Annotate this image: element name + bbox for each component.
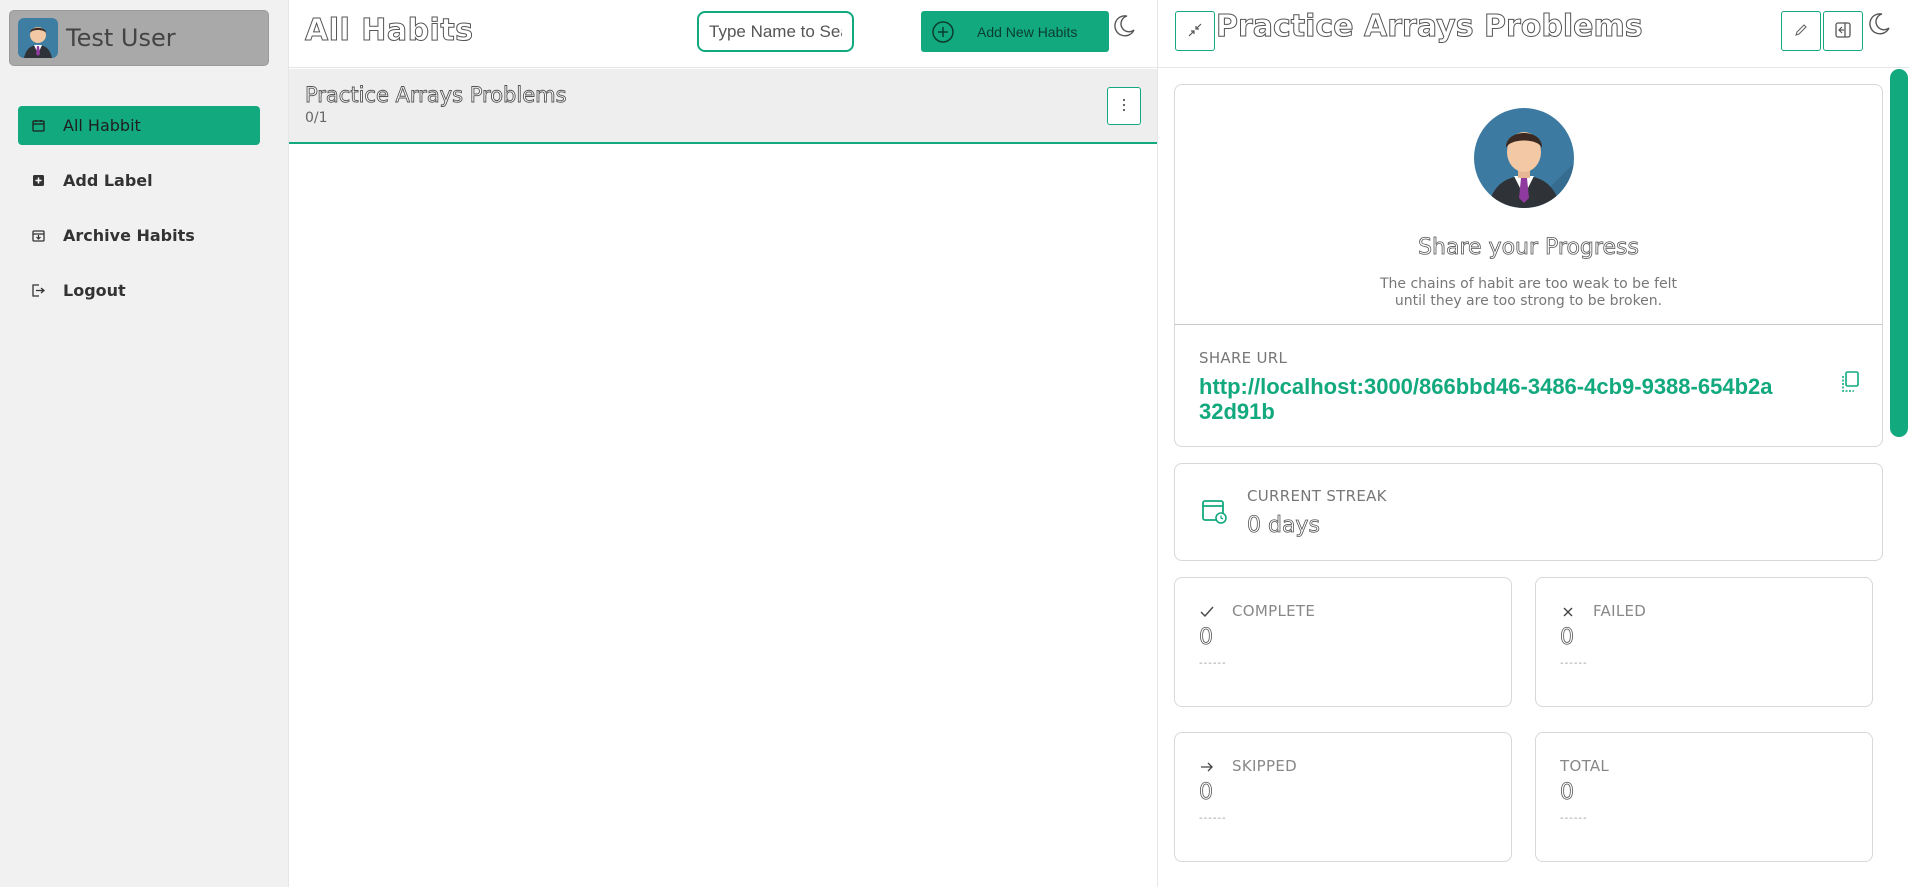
stat-value: 0 <box>1560 780 1575 806</box>
calendar-clock-icon <box>1201 498 1229 526</box>
habit-list-panel: All Habits Add New Habits Practice Array… <box>289 0 1157 887</box>
logout-icon <box>30 283 46 299</box>
stat-placeholder: ------ <box>1560 658 1588 669</box>
stat-value: 0 <box>1199 780 1214 806</box>
avatar <box>18 18 58 58</box>
share-progress-section: Share your Progress The chains of habit … <box>1175 85 1882 325</box>
current-streak-card: CURRENT STREAK 0 days <box>1174 463 1883 561</box>
habit-list-item[interactable]: Practice Arrays Problems 0/1 <box>289 69 1157 144</box>
avatar <box>1474 108 1574 208</box>
stat-value: 0 <box>1199 625 1214 651</box>
check-icon <box>1199 604 1215 620</box>
stat-label: TOTAL <box>1560 757 1610 775</box>
add-new-habit-label: Add New Habits <box>977 23 1078 40</box>
habit-detail-header: Practice Arrays Problems <box>1158 0 1909 68</box>
habit-menu-button[interactable] <box>1107 87 1141 125</box>
sidebar-item-label: Logout <box>63 281 126 300</box>
calendar-icon <box>30 118 46 134</box>
user-profile-card[interactable]: Test User <box>9 10 269 66</box>
habit-progress: 0/1 <box>305 110 328 126</box>
stat-label: SKIPPED <box>1232 757 1298 775</box>
collapse-button[interactable] <box>1175 11 1215 51</box>
arrow-right-icon <box>1199 759 1215 775</box>
sidebar-item-logout[interactable]: Logout <box>18 271 260 310</box>
stat-placeholder: ------ <box>1199 658 1227 669</box>
scrollbar-thumb[interactable] <box>1890 69 1908 437</box>
add-new-habit-button[interactable]: Add New Habits <box>921 11 1109 52</box>
user-name: Test User <box>66 24 176 52</box>
stat-card-complete: COMPLETE 0 ------ <box>1174 577 1512 707</box>
share-url-link[interactable]: http://localhost:3000/866bbd46-3486-4cb9… <box>1199 374 1779 424</box>
streak-label: CURRENT STREAK <box>1247 487 1387 505</box>
copy-icon[interactable] <box>1839 370 1863 396</box>
stat-label: COMPLETE <box>1232 602 1316 620</box>
stat-value: 0 <box>1560 625 1575 651</box>
plus-circle-icon <box>931 20 955 44</box>
close-icon <box>1560 604 1576 620</box>
stat-placeholder: ------ <box>1560 813 1588 824</box>
search-input[interactable] <box>697 11 854 52</box>
add-label-icon <box>30 173 46 189</box>
habit-detail-panel: Practice Arrays Problems Share your Prog… <box>1157 0 1909 887</box>
streak-value: 0 days <box>1247 513 1321 539</box>
habit-name: Practice Arrays Problems <box>305 83 567 108</box>
page-title: All Habits <box>305 13 474 49</box>
collapse-arrows-icon <box>1187 22 1203 41</box>
sidebar-item-label: All Habbit <box>63 116 141 135</box>
sidebar-item-label: Add Label <box>63 171 153 190</box>
habit-list-header: All Habits Add New Habits <box>289 0 1157 68</box>
share-title: Share your Progress <box>1418 235 1640 261</box>
sidebar-item-label: Archive Habits <box>63 226 195 245</box>
share-quote: The chains of habit are too weak to be f… <box>1380 276 1677 309</box>
more-vertical-icon <box>1122 98 1126 115</box>
share-progress-card: Share your Progress The chains of habit … <box>1174 84 1883 447</box>
sidebar-item-archive-habits[interactable]: Archive Habits <box>18 216 260 255</box>
stat-card-skipped: SKIPPED 0 ------ <box>1174 732 1512 862</box>
sidebar-item-all-habbit[interactable]: All Habbit <box>18 106 260 145</box>
moon-icon[interactable] <box>1866 11 1896 41</box>
stat-card-failed: FAILED 0 ------ <box>1535 577 1873 707</box>
share-url-label: SHARE URL <box>1199 349 1288 367</box>
stat-card-total: TOTAL 0 ------ <box>1535 732 1873 862</box>
sidebar: Test User All Habbit Add Label Archive H… <box>0 0 289 887</box>
close-panel-button[interactable] <box>1823 11 1863 51</box>
habit-detail-title: Practice Arrays Problems <box>1216 9 1644 45</box>
stat-label: FAILED <box>1593 602 1647 620</box>
stat-placeholder: ------ <box>1199 813 1227 824</box>
sidebar-item-add-label[interactable]: Add Label <box>18 161 260 200</box>
moon-icon[interactable] <box>1111 13 1141 43</box>
pencil-icon <box>1793 22 1809 41</box>
sidebar-nav: All Habbit Add Label Archive Habits Logo… <box>18 106 260 326</box>
archive-icon <box>30 228 46 244</box>
exit-panel-icon <box>1834 21 1852 42</box>
edit-habit-button[interactable] <box>1781 11 1821 51</box>
